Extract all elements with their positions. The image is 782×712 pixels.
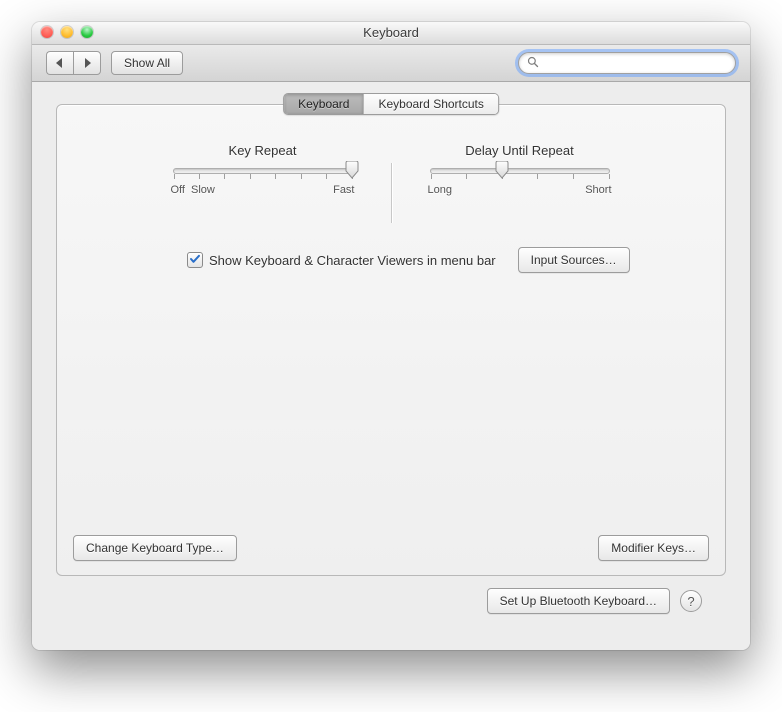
back-button[interactable] <box>46 51 73 75</box>
tab-keyboard[interactable]: Keyboard <box>284 94 364 114</box>
key-repeat-fast-label: Fast <box>333 184 354 196</box>
input-sources-label: Input Sources… <box>531 253 617 267</box>
panel: Keyboard Keyboard Shortcuts Key Repeat O… <box>56 104 726 576</box>
delay-long-label: Long <box>428 184 452 196</box>
panel-bottom-buttons: Change Keyboard Type… Modifier Keys… <box>73 535 709 561</box>
footer: Set Up Bluetooth Keyboard… ? <box>56 576 726 632</box>
search-field[interactable] <box>518 52 736 74</box>
change-keyboard-type-label: Change Keyboard Type… <box>86 541 224 555</box>
checkmark-icon <box>189 253 201 268</box>
delay-label: Delay Until Repeat <box>420 143 620 158</box>
show-all-label: Show All <box>124 56 170 70</box>
chevron-left-icon <box>56 56 64 71</box>
modifier-keys-label: Modifier Keys… <box>611 541 696 555</box>
sliders-row: Key Repeat Off Slow Fast Delay Until Rep… <box>57 143 725 223</box>
change-keyboard-type-button[interactable]: Change Keyboard Type… <box>73 535 237 561</box>
key-repeat-scale: Off Slow Fast <box>171 184 355 196</box>
window-title: Keyboard <box>32 25 750 40</box>
bluetooth-keyboard-button[interactable]: Set Up Bluetooth Keyboard… <box>487 588 670 614</box>
key-repeat-slider[interactable] <box>173 168 353 174</box>
checkbox-row: Show Keyboard & Character Viewers in men… <box>187 247 725 273</box>
search-input[interactable] <box>545 55 727 71</box>
titlebar: Keyboard <box>32 22 750 45</box>
tab-shortcuts[interactable]: Keyboard Shortcuts <box>364 94 497 114</box>
delay-slider-box: Delay Until Repeat Long Short <box>420 143 620 223</box>
show-viewers-checkbox[interactable] <box>187 252 203 268</box>
chevron-right-icon <box>83 56 91 71</box>
modifier-keys-button[interactable]: Modifier Keys… <box>598 535 709 561</box>
key-repeat-label: Key Repeat <box>163 143 363 158</box>
delay-slider[interactable] <box>430 168 610 174</box>
show-viewers-label: Show Keyboard & Character Viewers in men… <box>209 253 496 268</box>
key-repeat-slow-label: Slow <box>191 184 215 196</box>
help-icon: ? <box>687 594 694 609</box>
key-repeat-slider-box: Key Repeat Off Slow Fast <box>163 143 363 223</box>
delay-short-label: Short <box>585 184 611 196</box>
tab-keyboard-label: Keyboard <box>298 97 349 111</box>
forward-button[interactable] <box>73 51 101 75</box>
nav-buttons <box>46 51 101 75</box>
preference-pane: Keyboard Keyboard Shortcuts Key Repeat O… <box>32 82 750 650</box>
search-icon <box>527 56 539 71</box>
delay-scale: Long Short <box>428 184 612 196</box>
tab-bar: Keyboard Keyboard Shortcuts <box>283 93 499 115</box>
key-repeat-off-label: Off <box>171 184 185 196</box>
slider-divider <box>391 163 392 223</box>
show-all-button[interactable]: Show All <box>111 51 183 75</box>
window: Keyboard Show All Keyboard <box>32 22 750 650</box>
input-sources-button[interactable]: Input Sources… <box>518 247 630 273</box>
bluetooth-keyboard-label: Set Up Bluetooth Keyboard… <box>500 594 657 608</box>
tab-shortcuts-label: Keyboard Shortcuts <box>378 97 483 111</box>
toolbar: Show All <box>32 45 750 82</box>
help-button[interactable]: ? <box>680 590 702 612</box>
